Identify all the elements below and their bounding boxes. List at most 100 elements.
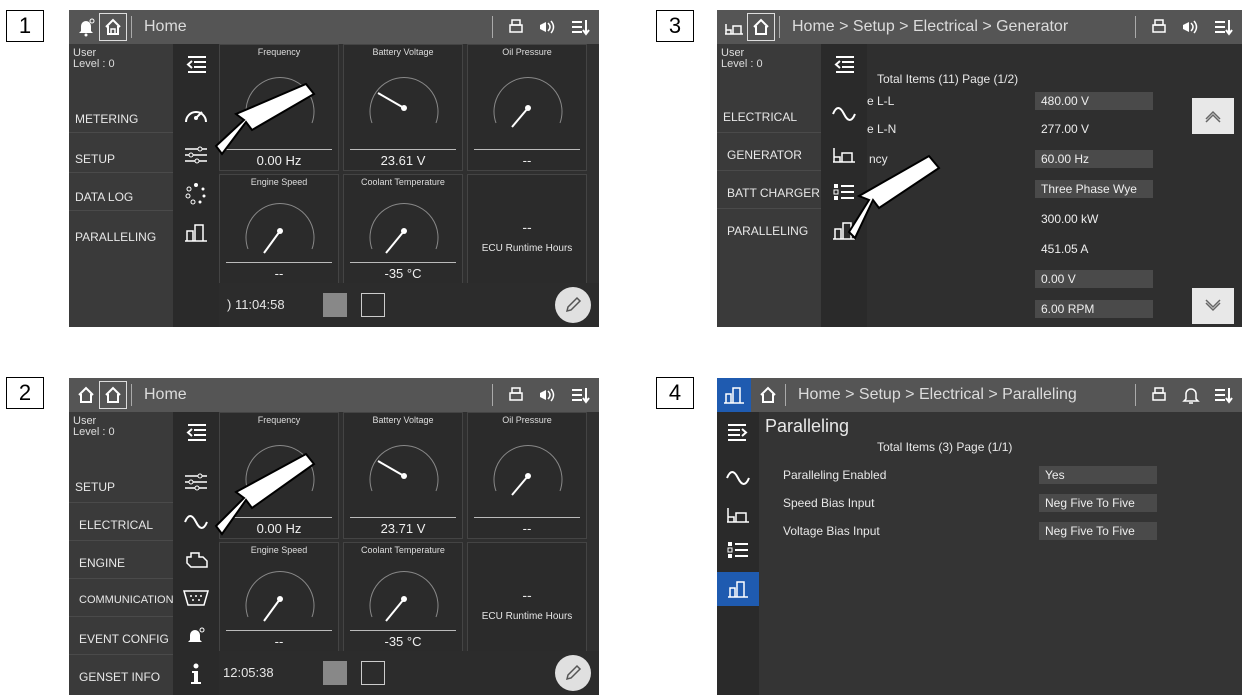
row-value[interactable]: Neg Five To Five — [1039, 494, 1157, 512]
bell-icon[interactable] — [1178, 382, 1204, 408]
gauge-coolant-temperature[interactable]: Coolant Temperature -35 °C — [343, 174, 463, 284]
bottom-bar: ) 11:04:58 — [219, 283, 599, 327]
menu-item-electrical[interactable]: ELECTRICAL — [723, 110, 797, 124]
row-value[interactable]: 300.00 kW — [1035, 210, 1153, 228]
printer-icon[interactable] — [503, 382, 529, 408]
menu-item-paralleling[interactable]: PARALLELING — [727, 224, 808, 238]
screen-1: Home User Level : 0 METERING SETUP DATA L… — [69, 10, 599, 327]
scroll-down-button[interactable] — [1192, 288, 1234, 324]
row-value[interactable]: 277.00 V — [1035, 120, 1153, 138]
divider — [1135, 384, 1136, 406]
menu-item-setup[interactable]: SETUP — [75, 152, 115, 166]
printer-icon[interactable] — [503, 14, 529, 40]
menu-item-genset-info[interactable]: GENSET INFO — [79, 670, 160, 684]
metering-gauge-icon[interactable] — [180, 102, 212, 130]
divider — [131, 384, 132, 406]
scroll-up-button[interactable] — [1192, 98, 1234, 134]
gauge-coolant-temperature[interactable]: Coolant Temperature -35 °C — [343, 542, 463, 652]
setup-sliders-icon[interactable] — [180, 468, 212, 496]
sort-icon[interactable] — [567, 14, 593, 40]
paralleling-icon[interactable] — [717, 572, 759, 606]
divider — [492, 384, 493, 406]
row-value[interactable]: 451.05 A — [1035, 240, 1153, 258]
screen-3: Home > Setup > Electrical > Generator Us… — [717, 10, 1242, 327]
battery-charger-list-icon[interactable] — [722, 536, 754, 564]
data-log-dots-icon[interactable] — [180, 180, 212, 208]
row-value[interactable]: Yes — [1039, 466, 1157, 484]
alarm-bell-icon[interactable] — [73, 14, 99, 40]
electrical-sine-wave-icon[interactable] — [828, 100, 860, 128]
printer-icon[interactable] — [1146, 14, 1172, 40]
row-label: e L-N — [867, 122, 897, 136]
generator-icon[interactable] — [721, 14, 747, 40]
menu-item-engine[interactable]: ENGINE — [79, 556, 125, 570]
row-value[interactable]: 0.00 V — [1035, 270, 1153, 288]
paralleling-icon[interactable] — [717, 378, 751, 412]
home-icon[interactable] — [99, 13, 127, 41]
menu-item-data-log[interactable]: DATA LOG — [75, 190, 133, 204]
menu-item-communication[interactable]: COMMUNICATION — [79, 594, 174, 606]
left-menu: User Level : 0 METERING SETUP DATA LOG PA… — [69, 44, 173, 327]
generator-icon[interactable] — [722, 500, 754, 528]
breadcrumb: Home — [144, 386, 187, 403]
menu-item-electrical[interactable]: ELECTRICAL — [79, 518, 153, 532]
expand-menu-icon[interactable] — [722, 418, 754, 446]
gauge-battery-voltage[interactable]: Battery Voltage 23.61 V — [343, 44, 463, 171]
row-value[interactable]: 480.00 V — [1035, 92, 1153, 110]
row-value[interactable]: Three Phase Wye — [1035, 180, 1153, 198]
screen-2: Home User Level : 0 SETUP ELECTRICAL ENGI… — [69, 378, 599, 695]
edit-pencil-button[interactable] — [555, 287, 591, 323]
ecu-runtime-hours[interactable]: -- ECU Runtime Hours — [467, 542, 587, 652]
gauge-battery-voltage[interactable]: Battery Voltage 23.71 V — [343, 412, 463, 539]
paralleling-icon[interactable] — [180, 218, 212, 246]
breadcrumb: Home > Setup > Electrical > Generator — [792, 18, 1069, 35]
info-icon[interactable] — [180, 660, 212, 688]
sort-icon[interactable] — [1210, 382, 1236, 408]
communication-port-icon[interactable] — [180, 584, 212, 612]
horn-icon[interactable] — [1178, 14, 1204, 40]
menu-item-generator[interactable]: GENERATOR — [727, 148, 802, 162]
menu-item-setup[interactable]: SETUP — [75, 480, 115, 494]
collapse-menu-icon[interactable] — [180, 418, 212, 446]
horn-icon[interactable] — [535, 382, 561, 408]
home-icon[interactable] — [755, 382, 781, 408]
top-bar: Home > Setup > Electrical > Paralleling — [717, 378, 1242, 412]
setup-sliders-icon[interactable] — [180, 141, 212, 169]
sort-icon[interactable] — [567, 382, 593, 408]
menu-item-batt-charger[interactable]: BATT CHARGER — [727, 186, 820, 200]
row-label: Voltage Bias Input — [783, 524, 880, 538]
row-value[interactable]: 6.00 RPM — [1035, 300, 1153, 318]
ecu-runtime-hours[interactable]: -- ECU Runtime Hours — [467, 174, 587, 284]
breadcrumb: Home > Setup > Electrical > Paralleling — [798, 386, 1077, 403]
edit-pencil-button[interactable] — [555, 655, 591, 691]
step-number: 1 — [6, 10, 44, 42]
sort-icon[interactable] — [1210, 14, 1236, 40]
row-value[interactable]: 60.00 Hz — [1035, 150, 1153, 168]
row-value[interactable]: Neg Five To Five — [1039, 522, 1157, 540]
row-label: e L-L — [867, 94, 895, 108]
printer-icon[interactable] — [1146, 382, 1172, 408]
home-icon[interactable] — [73, 382, 99, 408]
gauge-oil-pressure[interactable]: Oil Pressure -- — [467, 44, 587, 171]
electrical-sine-wave-icon[interactable] — [180, 508, 212, 536]
gauge-engine-speed[interactable]: Engine Speed -- — [219, 174, 339, 284]
user-label: User Level : 0 — [73, 47, 115, 70]
horn-icon[interactable] — [535, 14, 561, 40]
event-config-bell-icon[interactable] — [180, 622, 212, 650]
top-bar: Home — [69, 10, 599, 44]
status-square-empty — [361, 293, 385, 317]
menu-item-metering[interactable]: METERING — [75, 112, 138, 126]
electrical-sine-wave-icon[interactable] — [722, 464, 754, 492]
step-number: 4 — [656, 377, 694, 409]
home-icon[interactable] — [99, 381, 127, 409]
gauge-engine-speed[interactable]: Engine Speed -- — [219, 542, 339, 652]
menu-item-event-config[interactable]: EVENT CONFIG — [79, 632, 169, 646]
menu-item-paralleling[interactable]: PARALLELING — [75, 230, 156, 244]
user-label: User Level : 0 — [721, 47, 763, 70]
collapse-menu-icon[interactable] — [828, 50, 860, 78]
gauge-oil-pressure[interactable]: Oil Pressure -- — [467, 412, 587, 539]
home-icon[interactable] — [747, 13, 775, 41]
collapse-menu-icon[interactable] — [180, 50, 212, 78]
clock-time: 12:05:38 — [223, 665, 274, 680]
engine-icon[interactable] — [180, 546, 212, 574]
